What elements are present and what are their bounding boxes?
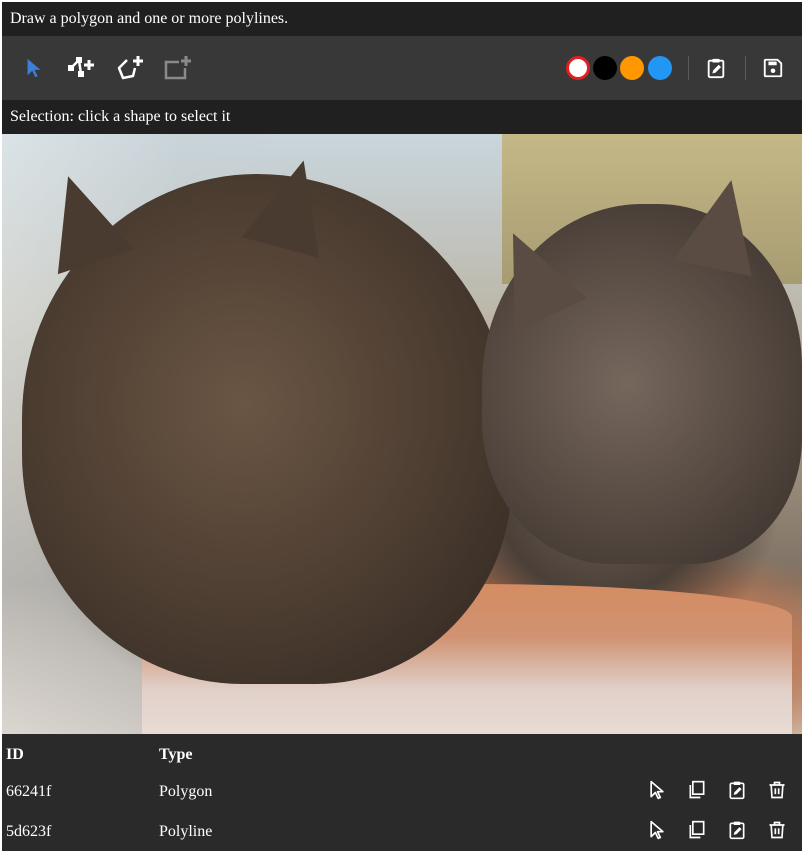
- color-swatch-orange[interactable]: [620, 56, 644, 80]
- clipboard-edit-icon: [705, 57, 727, 79]
- color-swatch-blue[interactable]: [648, 56, 672, 80]
- select-shape-button[interactable]: [645, 780, 669, 804]
- delete-shape-button[interactable]: [765, 780, 789, 804]
- shape-id: 5d623f: [6, 823, 52, 840]
- copy-shape-button[interactable]: [685, 820, 709, 844]
- edit-icon: [727, 780, 747, 805]
- edit-shape-button[interactable]: [725, 820, 749, 844]
- save-icon: [762, 57, 784, 79]
- add-rectangle-button[interactable]: [162, 52, 194, 84]
- edit-shape-button[interactable]: [725, 780, 749, 804]
- add-polygon-button[interactable]: [114, 52, 146, 84]
- toolbar: [2, 36, 802, 100]
- copy-icon: [687, 820, 707, 845]
- add-polyline-button[interactable]: [66, 52, 98, 84]
- trash-icon: [767, 820, 787, 845]
- toolbar-divider: [745, 56, 746, 80]
- table-row[interactable]: 5d623f Polyline: [2, 812, 802, 852]
- shape-id: 66241f: [6, 783, 52, 800]
- select-shape-button[interactable]: [645, 820, 669, 844]
- select-icon: [647, 780, 667, 805]
- toolbar-divider: [688, 56, 689, 80]
- shape-type: Polyline: [159, 823, 213, 840]
- shapes-table: ID Type 66241f Polygon 5d623f Polyline: [2, 734, 802, 851]
- shape-type: Polygon: [159, 783, 213, 800]
- annotation-app: Draw a polygon and one or more polylines…: [2, 2, 802, 851]
- delete-shape-button[interactable]: [765, 820, 789, 844]
- table-row[interactable]: 66241f Polygon: [2, 772, 802, 812]
- add-rectangle-icon: [163, 54, 193, 82]
- add-polygon-icon: [115, 54, 145, 82]
- edit-icon: [727, 820, 747, 845]
- table-header: ID Type: [2, 734, 802, 774]
- edit-button[interactable]: [700, 52, 732, 84]
- column-header-type: Type: [159, 746, 193, 763]
- image-canvas[interactable]: [2, 134, 802, 734]
- column-header-id: ID: [6, 746, 24, 763]
- color-swatch-white[interactable]: [566, 56, 590, 80]
- instruction-text: Draw a polygon and one or more polylines…: [2, 2, 802, 36]
- select-icon: [647, 820, 667, 845]
- pointer-icon: [23, 57, 45, 79]
- copy-shape-button[interactable]: [685, 780, 709, 804]
- color-swatch-black[interactable]: [593, 56, 617, 80]
- copy-icon: [687, 780, 707, 805]
- selection-status: Selection: click a shape to select it: [2, 100, 802, 134]
- select-tool-button[interactable]: [18, 52, 50, 84]
- add-polyline-icon: [67, 54, 97, 82]
- trash-icon: [767, 780, 787, 805]
- save-button[interactable]: [757, 52, 789, 84]
